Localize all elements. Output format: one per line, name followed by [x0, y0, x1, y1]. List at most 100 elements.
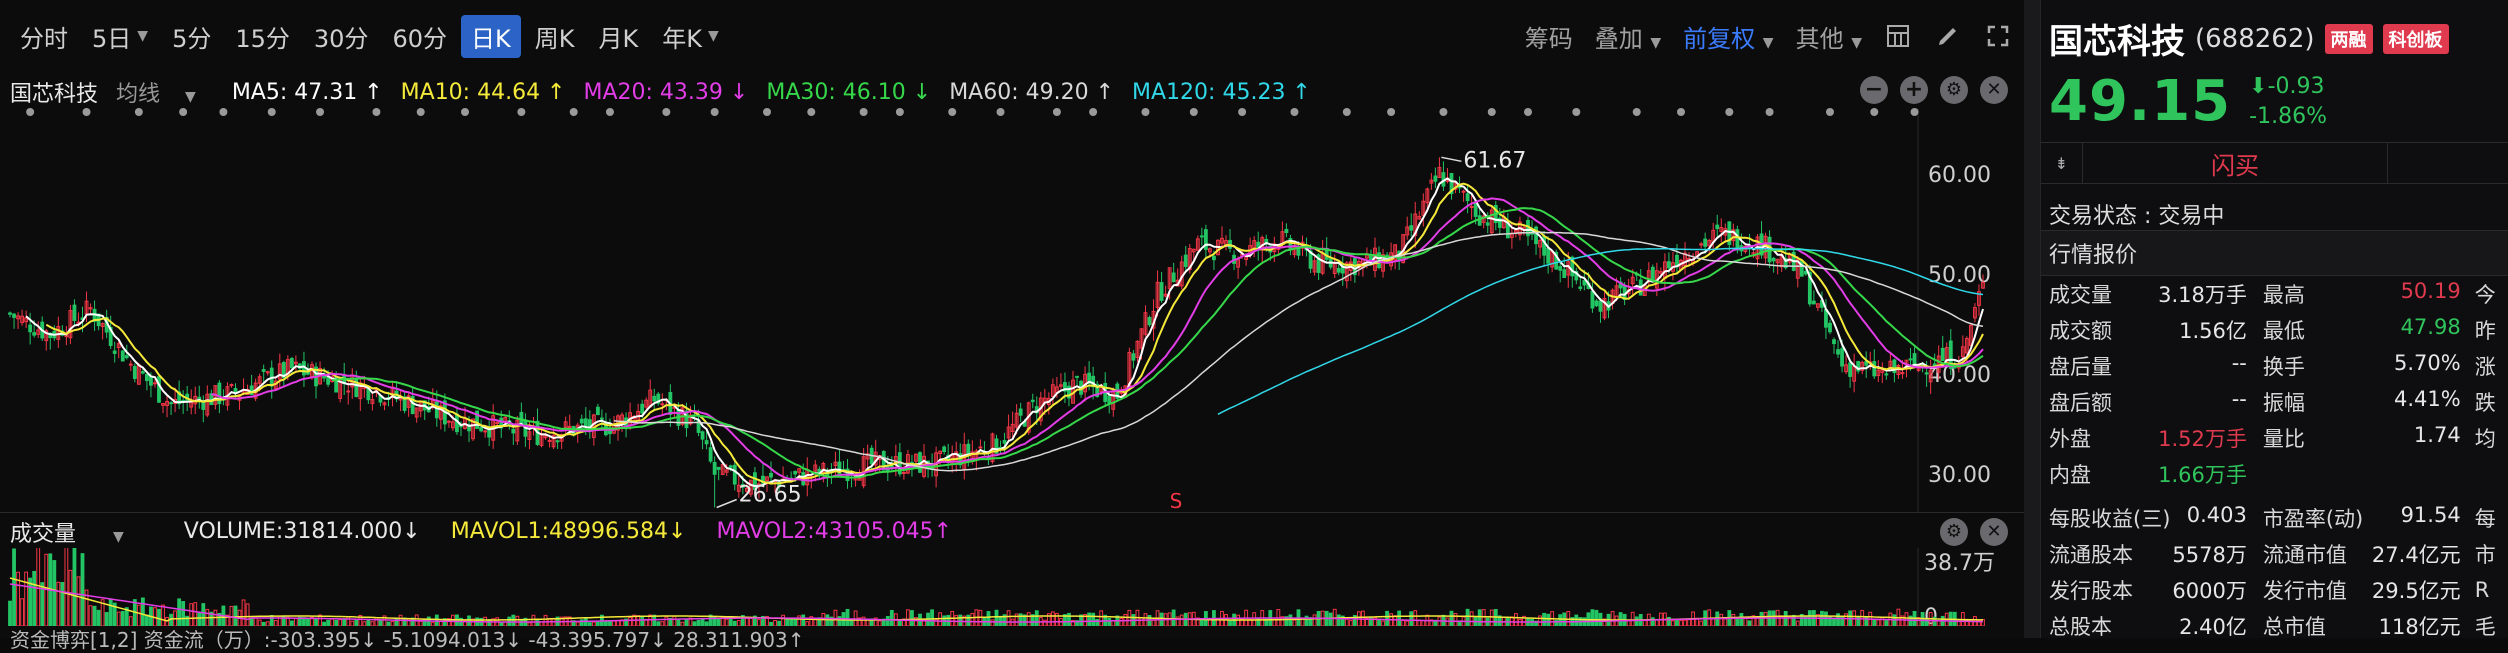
- event-dot[interactable]: [1910, 108, 1919, 116]
- tab-period-7[interactable]: 周K: [525, 15, 585, 58]
- event-dot[interactable]: [461, 108, 470, 116]
- event-dot[interactable]: [82, 108, 91, 116]
- quote-label: 流通市值: [2262, 543, 2347, 567]
- tab-label: 15分: [235, 24, 290, 53]
- tab-period-2[interactable]: 5分: [162, 15, 221, 58]
- collapse-icon[interactable]: ⇟: [2041, 143, 2083, 183]
- event-dot[interactable]: [517, 108, 526, 116]
- event-dot[interactable]: [267, 108, 276, 116]
- event-dot[interactable]: [605, 108, 614, 116]
- event-dot[interactable]: [1290, 108, 1299, 116]
- close-icon[interactable]: ✕: [1980, 76, 2008, 104]
- ma120-line: [1217, 247, 1984, 415]
- tab-period-0[interactable]: 分时: [10, 15, 78, 58]
- tab-label: 5日: [92, 24, 132, 53]
- tab-period-1[interactable]: 5日 ▼: [82, 15, 158, 58]
- event-dot[interactable]: [895, 108, 904, 116]
- candle: [1030, 393, 1035, 409]
- chips-button[interactable]: 筹码: [1525, 19, 1573, 54]
- event-dot[interactable]: [662, 108, 671, 116]
- candle: [201, 395, 206, 423]
- ma-dropdown[interactable]: 均线 ▼: [116, 76, 214, 108]
- panel-divider[interactable]: [2024, 0, 2040, 638]
- event-dot[interactable]: [762, 108, 771, 116]
- event-dot[interactable]: [1870, 108, 1879, 116]
- event-dot[interactable]: [316, 108, 325, 116]
- event-dot[interactable]: [1439, 108, 1448, 116]
- event-dot[interactable]: [219, 108, 228, 116]
- quote-label-truncated: 昨: [2474, 319, 2496, 343]
- event-dot[interactable]: [1725, 108, 1734, 116]
- other-dropdown[interactable]: 其他 ▼: [1796, 19, 1862, 54]
- flash-buy-button[interactable]: 闪买: [2083, 143, 2388, 183]
- quote-label-truncated: 涨: [2474, 355, 2496, 379]
- event-dot[interactable]: [179, 108, 188, 116]
- candle: [1526, 216, 1530, 246]
- event-dot[interactable]: [1052, 108, 1061, 116]
- candle: [906, 449, 910, 475]
- event-dot[interactable]: [859, 108, 868, 116]
- kline-panel: 分时 5日 ▼ 5分 15分 30分 60分 日K 周K 月K 年K ▼ 筹码 叠加 ▼ 前复权 ▼ …: [0, 0, 2024, 652]
- event-dot[interactable]: [1189, 108, 1198, 116]
- fullscreen-icon[interactable]: [1984, 22, 2012, 50]
- price-tick-label: 60.00: [1928, 163, 1991, 188]
- event-dot[interactable]: [1089, 108, 1098, 116]
- quote-label: 盘后额: [2049, 391, 2112, 415]
- event-dot[interactable]: [1632, 108, 1641, 116]
- tab-period-5[interactable]: 60分: [382, 15, 457, 58]
- event-dot[interactable]: [1141, 108, 1150, 116]
- grid-icon[interactable]: [1884, 22, 1912, 50]
- draw-pen-icon[interactable]: [1934, 22, 1962, 50]
- quote-value: 0.403: [2186, 503, 2247, 527]
- event-dot[interactable]: [710, 108, 719, 116]
- candle: [1578, 277, 1583, 292]
- candle: [56, 316, 61, 348]
- plus-icon[interactable]: +: [1900, 76, 1928, 104]
- event-dot[interactable]: [1765, 108, 1774, 116]
- event-dot[interactable]: [948, 108, 957, 116]
- event-dot[interactable]: [1342, 108, 1351, 116]
- event-dot[interactable]: [807, 108, 816, 116]
- volume-dropdown[interactable]: 成交量 ▼: [10, 516, 154, 548]
- gear-icon[interactable]: ⚙: [1940, 518, 1968, 546]
- gear-icon[interactable]: ⚙: [1940, 76, 1968, 104]
- event-dot[interactable]: [996, 108, 1005, 116]
- event-dot[interactable]: [26, 108, 35, 116]
- tab-period-9[interactable]: 年K ▼: [652, 15, 729, 58]
- candle: [277, 353, 282, 389]
- tab-period-8[interactable]: 月K: [588, 15, 648, 58]
- event-dot[interactable]: [134, 108, 143, 116]
- tab-period-4[interactable]: 30分: [304, 15, 379, 58]
- candle: [511, 425, 516, 445]
- adjust-dropdown[interactable]: 前复权 ▼: [1683, 19, 1773, 54]
- candle: [1413, 201, 1418, 249]
- price-tick-label: 30.00: [1928, 463, 1991, 488]
- overlay-dropdown[interactable]: 叠加 ▼: [1595, 19, 1661, 54]
- candlestick-chart[interactable]: 60.0050.0040.0030.0061.6726.65 S: [0, 108, 2024, 512]
- event-dot[interactable]: [1238, 108, 1247, 116]
- candle: [978, 439, 983, 449]
- minus-icon[interactable]: −: [1860, 76, 1888, 104]
- candle: [813, 460, 818, 482]
- tab-period-6[interactable]: 日K: [460, 14, 521, 58]
- tab-period-3[interactable]: 15分: [225, 15, 300, 58]
- event-dot[interactable]: [569, 108, 578, 116]
- event-dot[interactable]: [1523, 108, 1532, 116]
- event-dot[interactable]: [1487, 108, 1496, 116]
- volume-bar: [68, 569, 73, 626]
- event-dot[interactable]: [372, 108, 381, 116]
- event-dot[interactable]: [1677, 108, 1686, 116]
- close-icon[interactable]: ✕: [1980, 518, 2008, 546]
- flash-sell-button[interactable]: [2388, 143, 2508, 183]
- event-dot[interactable]: [1572, 108, 1581, 116]
- tab-label: 日K: [470, 24, 511, 53]
- candle: [1288, 234, 1293, 256]
- candle: [1417, 211, 1422, 220]
- quote-cell: 内盘 1.66万手: [2041, 459, 2255, 489]
- event-dot[interactable]: [1387, 108, 1396, 116]
- event-dot[interactable]: [1825, 108, 1834, 116]
- tab-label: 分时: [20, 24, 68, 53]
- ma-item: MA20: 43.39 ↓: [583, 79, 749, 105]
- event-dot[interactable]: [416, 108, 425, 116]
- arrow-down-icon: ⬇: [2249, 73, 2268, 99]
